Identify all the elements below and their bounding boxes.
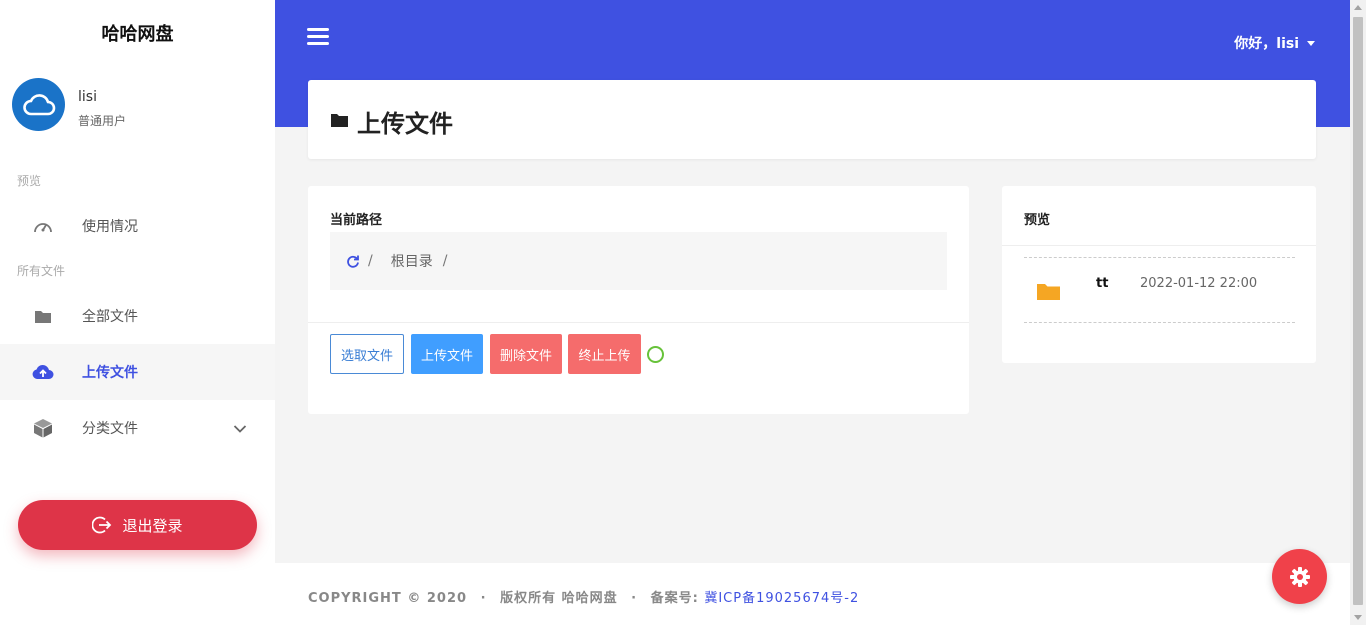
choose-file-button[interactable]: 选取文件	[330, 334, 404, 374]
section-label-all-files: 所有文件	[17, 264, 66, 278]
avatar	[12, 78, 65, 131]
upload-card: 当前路径 / 根目录 / 选取文件 上传文件 删除文件 终止上传	[308, 186, 969, 414]
cloud-upload-icon	[32, 361, 54, 383]
file-date: 2022-01-12 22:00	[1140, 276, 1258, 291]
cube-icon	[32, 417, 54, 439]
rights-text: 版权所有 哈哈网盘	[500, 591, 618, 606]
divider	[1002, 245, 1316, 246]
section-label-preview: 预览	[17, 174, 42, 188]
upload-file-button[interactable]: 上传文件	[411, 334, 483, 374]
scrollbar-thumb[interactable]	[1353, 17, 1363, 605]
sidebar-item-label: 上传文件	[82, 365, 138, 381]
sidebar-item-label: 全部文件	[82, 309, 138, 325]
user-name: lisi	[78, 89, 97, 105]
sidebar-item-label: 使用情况	[82, 219, 138, 235]
delete-file-button[interactable]: 删除文件	[490, 334, 562, 374]
divider	[308, 322, 969, 323]
sidebar-item-upload[interactable]: 上传文件	[0, 344, 275, 400]
folder-open-icon	[330, 112, 350, 132]
sidebar-item-label: 分类文件	[82, 421, 138, 437]
upload-status-icon	[647, 346, 664, 363]
folder-icon	[1036, 282, 1061, 305]
copyright-text: COPYRIGHT © 2020	[308, 591, 468, 606]
breadcrumb: / 根目录 /	[330, 232, 947, 290]
menu-toggle-icon[interactable]	[307, 28, 329, 46]
logout-label: 退出登录	[122, 516, 183, 535]
icp-label: 备案号:	[650, 591, 699, 606]
current-path-label: 当前路径	[330, 213, 383, 228]
list-item[interactable]: tt 2022-01-12 22:00	[1024, 257, 1295, 323]
chevron-down-icon[interactable]	[233, 419, 247, 438]
scroll-down-icon[interactable]	[1354, 615, 1362, 620]
breadcrumb-separator: /	[442, 253, 448, 269]
footer-text: COPYRIGHT © 2020 · 版权所有 哈哈网盘 · 备案号: 冀ICP…	[308, 587, 859, 606]
gear-icon	[1289, 566, 1310, 587]
sidebar: 哈哈网盘 lisi 普通用户 预览 使用情况 所有文件 全部文件 上传文件 分类…	[0, 0, 275, 625]
refresh-icon[interactable]	[346, 254, 360, 268]
logout-button[interactable]: 退出登录	[18, 500, 257, 550]
sidebar-item-usage[interactable]: 使用情况	[0, 198, 275, 254]
user-role: 普通用户	[78, 114, 127, 128]
preview-title: 预览	[1024, 213, 1051, 228]
settings-button[interactable]	[1272, 549, 1327, 604]
cloud-icon	[22, 93, 55, 115]
preview-card: 预览 tt 2022-01-12 22:00	[1002, 186, 1316, 363]
page-title-card: 上传文件	[308, 80, 1316, 159]
scroll-up-icon[interactable]	[1354, 5, 1362, 10]
folder-icon	[32, 305, 54, 327]
logout-icon	[92, 516, 112, 534]
breadcrumb-root[interactable]: 根目录	[391, 251, 433, 271]
caret-down-icon	[1307, 40, 1315, 46]
footer-separator: ·	[480, 591, 487, 606]
sidebar-item-all-files[interactable]: 全部文件	[0, 288, 275, 344]
page-title: 上传文件	[357, 110, 453, 138]
stop-upload-button[interactable]: 终止上传	[568, 334, 641, 374]
sidebar-item-categories[interactable]: 分类文件	[0, 400, 275, 456]
icp-link[interactable]: 冀ICP备19025674号-2	[704, 591, 859, 606]
footer-separator: ·	[631, 591, 638, 606]
brand-title: 哈哈网盘	[101, 24, 174, 45]
file-name: tt	[1096, 276, 1109, 291]
breadcrumb-separator: /	[368, 253, 373, 269]
scrollbar[interactable]	[1350, 0, 1366, 625]
user-menu[interactable]: 你好，lisi	[1234, 33, 1315, 53]
footer: COPYRIGHT © 2020 · 版权所有 哈哈网盘 · 备案号: 冀ICP…	[275, 563, 1350, 625]
greeting-text: 你好，lisi	[1234, 36, 1299, 52]
dashboard-icon	[32, 215, 54, 237]
